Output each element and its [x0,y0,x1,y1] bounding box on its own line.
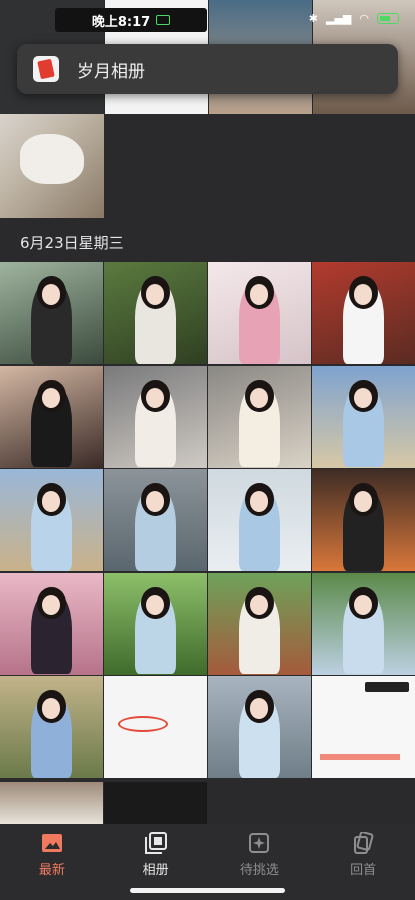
home-indicator[interactable] [130,888,285,893]
photo-thumbnail[interactable] [0,262,103,364]
album-title: 岁月相册 [77,61,145,82]
wifi-icon: ◠ [359,12,369,25]
flip-icon [354,832,374,854]
photo-thumbnail[interactable] [208,676,311,778]
status-time: 晚上8:17 [91,14,151,30]
tab-look-back[interactable]: 回首 [318,832,408,878]
system-indicators: ✱ ▂▄▆ ◠ [309,12,399,25]
date-section-header: 6月23日星期三 [20,234,124,252]
photo-grid-partial-row [0,782,415,824]
cat-photo-thumbnail[interactable] [0,114,104,218]
screenshot-thumbnail[interactable] [104,676,207,778]
album-icon [144,832,167,854]
tab-to-pick[interactable]: 待挑选 [214,832,304,878]
photo-thumbnail[interactable] [0,676,103,778]
photo-thumbnail[interactable] [312,469,415,571]
photo-thumbnail[interactable] [104,469,207,571]
tab-label: 回首 [350,863,377,878]
photo-thumbnail[interactable] [0,469,103,571]
tab-label: 待挑选 [239,863,279,878]
photo-thumbnail[interactable] [208,365,311,468]
image-icon [41,834,62,852]
photo-thumbnail[interactable] [312,572,415,675]
screenshot-thumbnail[interactable] [312,676,415,778]
battery-icon [377,13,399,24]
photo-thumbnail[interactable] [312,262,415,364]
photo-thumbnail[interactable] [208,262,311,364]
tab-latest[interactable]: 最新 [7,832,97,878]
photo-thumbnail[interactable] [208,469,311,571]
album-app-icon [33,56,59,82]
photo-thumbnail[interactable] [104,782,207,824]
photo-thumbnail[interactable] [104,262,207,364]
bluetooth-icon: ✱ [308,12,318,25]
tab-albums[interactable]: 相册 [111,832,201,878]
photo-app-screen: 晚上8:17 ✱ ▂▄▆ ◠ 岁月相册 6月23日星期三 最新 相册 待挑选 回… [0,0,415,900]
tab-label: 最新 [38,863,65,878]
signal-icon: ▂▄▆ [326,12,352,25]
photo-thumbnail[interactable] [104,365,207,468]
photo-thumbnail[interactable] [0,782,103,824]
photo-thumbnail[interactable] [0,365,103,468]
sparkle-icon [249,833,270,853]
album-banner[interactable]: 岁月相册 [17,44,398,94]
photo-thumbnail[interactable] [0,572,103,675]
battery-icon [156,15,171,25]
photo-thumbnail[interactable] [312,365,415,468]
tab-label: 相册 [142,863,169,878]
photo-thumbnail[interactable] [208,572,311,675]
photo-grid [0,262,415,778]
photo-thumbnail[interactable] [104,572,207,675]
status-bar: 晚上8:17 [55,8,207,32]
